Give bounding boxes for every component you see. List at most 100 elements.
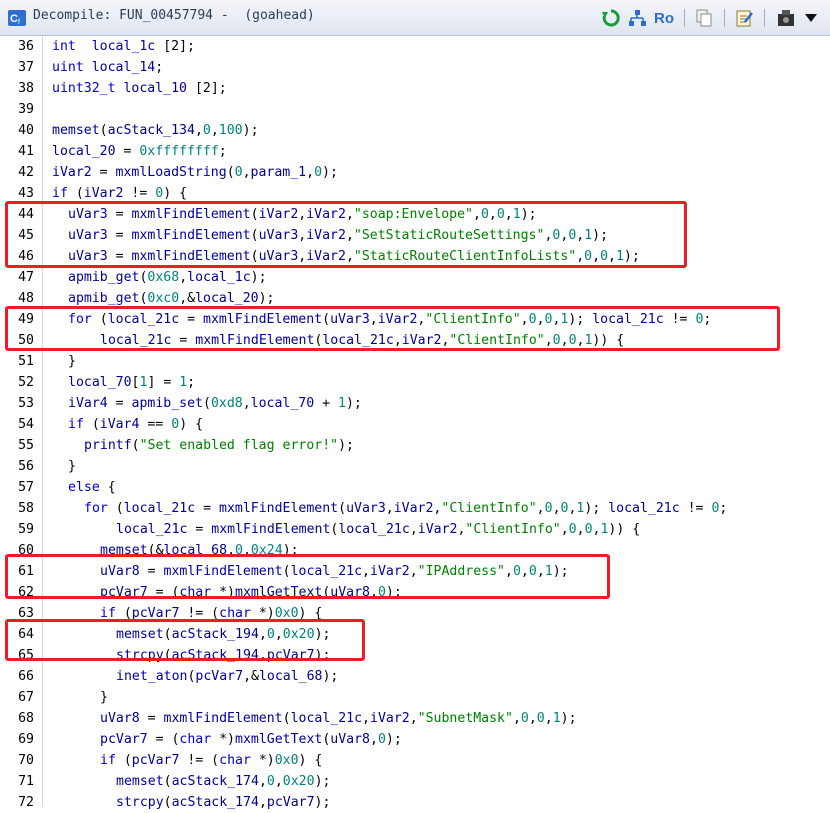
snapshot-icon[interactable] — [775, 7, 797, 29]
code-text[interactable]: strcpy(acStack_174,pcVar7); — [116, 792, 330, 813]
code-token: iVar2 — [393, 501, 434, 516]
code-token: ( — [163, 795, 172, 810]
code-token: local_20 — [195, 291, 259, 306]
code-line[interactable]: 69 pcVar7 = (char *)mxmlGetText(uVar8,0); — [0, 729, 830, 750]
code-token: 0x20 — [282, 774, 315, 789]
edit-icon[interactable] — [733, 7, 755, 29]
code-token: iVar2 — [83, 186, 124, 201]
refresh-icon[interactable] — [600, 7, 622, 29]
code-line[interactable]: 58 for (local_21c = mxmlFindElement(uVar3… — [0, 498, 830, 519]
code-token: = ( — [147, 732, 180, 747]
code-line[interactable]: 40 memset(acStack_134,0,100); — [0, 120, 830, 141]
code-token: , — [512, 711, 521, 726]
code-token: , — [576, 522, 585, 537]
code-text[interactable]: apmib_get(0x68,local_1c); — [68, 267, 267, 288]
code-token: = — [187, 522, 212, 537]
code-token: ( — [131, 438, 140, 453]
decompiler-code-view[interactable]: 36 int local_1c [2]; 37 uint local_14; 38 uin… — [0, 36, 830, 810]
highlight-box-xml-parsing — [5, 201, 687, 268]
code-line[interactable]: 47 apmib_get(0x68,local_1c); — [0, 267, 830, 288]
code-text[interactable]: else { — [68, 477, 116, 498]
code-text[interactable]: for (local_21c = mxmlFindElement(uVar3,i… — [84, 498, 727, 519]
code-token: [2]; — [155, 39, 195, 54]
code-line[interactable]: 39 — [0, 99, 830, 120]
code-token: , — [194, 123, 203, 138]
code-line[interactable]: 38 uint32_t local_10 [2]; — [0, 78, 830, 99]
code-text[interactable]: memset(acStack_134,0,100); — [52, 120, 259, 141]
code-token: , — [544, 711, 553, 726]
code-text[interactable]: } — [68, 351, 76, 372]
code-text[interactable]: } — [68, 456, 76, 477]
code-text[interactable]: } — [100, 687, 108, 708]
menu-dropdown-icon[interactable] — [800, 7, 822, 29]
code-token: ( — [338, 501, 347, 516]
code-line[interactable]: 59 local_21c = mxmlFindElement(local_21c,… — [0, 519, 830, 540]
code-text[interactable]: inet_aton(pcVar7,&local_68); — [116, 666, 338, 687]
code-line[interactable]: 67} — [0, 687, 830, 708]
code-text[interactable]: iVar2 = mxmlLoadString(0,param_1,0); — [52, 162, 338, 183]
code-line[interactable]: 71 memset(acStack_174,0,0x20); — [0, 771, 830, 792]
code-line[interactable]: 57 else { — [0, 477, 830, 498]
code-line[interactable]: 72 strcpy(acStack_174,pcVar7); — [0, 792, 830, 813]
code-text[interactable]: printf("Set enabled flag error!"); — [84, 435, 354, 456]
code-line[interactable]: 56} — [0, 456, 830, 477]
rename-button[interactable]: Ro — [652, 7, 676, 29]
code-token: iVar4 — [68, 396, 108, 411]
code-token: iVar2 — [370, 711, 410, 726]
code-text[interactable]: local_70[1] = 1; — [68, 372, 195, 393]
code-token: ); — [314, 774, 331, 789]
code-token: "ClientInfo" — [465, 522, 561, 537]
code-line[interactable]: 41 local_20 = 0xffffffff; — [0, 141, 830, 162]
code-text[interactable]: int local_1c [2]; — [52, 36, 195, 57]
code-token: != — [123, 186, 156, 201]
code-token: mxmlFindElement — [219, 501, 339, 516]
code-token: char — [219, 753, 251, 768]
code-token: acStack_174 — [171, 795, 259, 810]
code-token: , — [552, 501, 561, 516]
code-token: , — [210, 123, 219, 138]
code-text[interactable]: iVar4 = apmib_set(0xd8,local_70 + 1); — [68, 393, 362, 414]
copy-icon[interactable] — [693, 7, 715, 29]
code-token: ) { — [298, 753, 323, 768]
toolbar-divider — [764, 9, 765, 27]
line-number: 53 — [18, 396, 34, 411]
code-line[interactable]: 55 printf("Set enabled flag error!"); — [0, 435, 830, 456]
code-token: 1 — [552, 711, 561, 726]
code-text[interactable]: memset(acStack_174,0,0x20); — [116, 771, 330, 792]
code-line[interactable]: 66 inet_aton(pcVar7,&local_68); — [0, 666, 830, 687]
line-number: 40 — [18, 123, 34, 138]
code-line[interactable]: 37 uint local_14; — [0, 57, 830, 78]
code-token: + — [314, 396, 339, 411]
code-line[interactable]: 68 uVar8 = mxmlFindElement(local_21c,iVar… — [0, 708, 830, 729]
code-text[interactable]: uint local_14; — [52, 57, 163, 78]
code-line[interactable]: 52 local_70[1] = 1; — [0, 372, 830, 393]
code-text[interactable]: uVar8 = mxmlFindElement(local_21c,iVar2,… — [100, 708, 577, 729]
line-number: 69 — [18, 732, 34, 747]
code-line[interactable]: 36 int local_1c [2]; — [0, 36, 830, 57]
code-text[interactable]: local_20 = 0xffffffff; — [52, 141, 227, 162]
line-number: 37 — [18, 60, 34, 75]
code-token: 0x0 — [274, 753, 299, 768]
code-token: ( — [226, 165, 235, 180]
line-number: 51 — [18, 354, 34, 369]
code-text[interactable]: if (iVar4 == 0) { — [68, 414, 203, 435]
code-token: mxmlLoadString — [115, 165, 227, 180]
code-line[interactable]: 70 if (pcVar7 != (char *)0x0) { — [0, 750, 830, 771]
code-text[interactable]: uint32_t local_10 [2]; — [52, 78, 227, 99]
graph-icon[interactable] — [626, 7, 648, 29]
code-line[interactable]: 42 iVar2 = mxmlLoadString(0,param_1,0); — [0, 162, 830, 183]
code-token: uVar8 — [330, 732, 370, 747]
code-line[interactable]: 54 if (iVar4 == 0) { — [0, 414, 830, 435]
code-token: != ( — [179, 753, 220, 768]
code-text[interactable]: if (pcVar7 != (char *)0x0) { — [100, 750, 322, 771]
code-line[interactable]: 51} — [0, 351, 830, 372]
line-number: 56 — [18, 459, 34, 474]
code-token: "Set enabled flag error!" — [139, 438, 339, 453]
code-token: ,& — [179, 291, 196, 306]
code-line[interactable]: 53 iVar4 = apmib_set(0xd8,local_70 + 1); — [0, 393, 830, 414]
code-text[interactable]: pcVar7 = (char *)mxmlGetText(uVar8,0); — [100, 729, 402, 750]
code-text[interactable]: local_21c = mxmlFindElement(local_21c,iV… — [116, 519, 640, 540]
code-token: acStack_134 — [107, 123, 195, 138]
code-token: ( — [282, 711, 291, 726]
toolbar-divider — [724, 9, 725, 27]
